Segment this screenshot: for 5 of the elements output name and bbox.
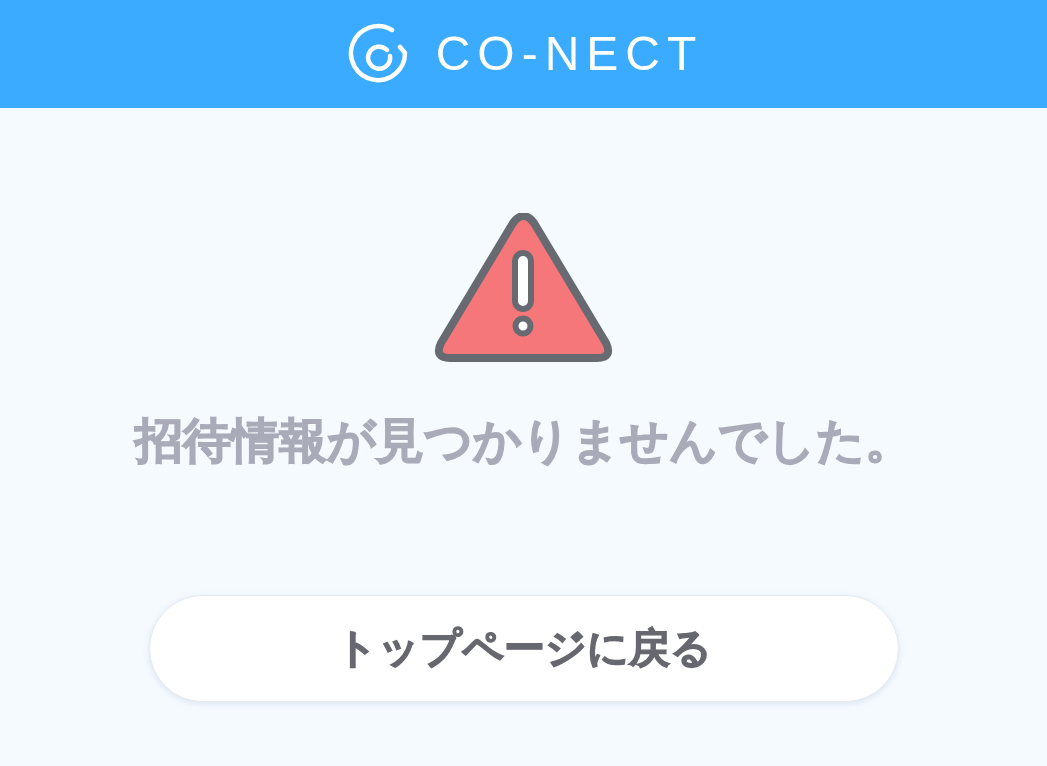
back-to-top-button[interactable]: トップページに戻る — [148, 595, 899, 702]
logo-text: CO-NECT — [435, 30, 704, 78]
logo-icon — [347, 23, 410, 85]
warning-icon — [434, 213, 613, 363]
error-message: 招待情報が見つかりませんでした。 — [134, 411, 913, 470]
